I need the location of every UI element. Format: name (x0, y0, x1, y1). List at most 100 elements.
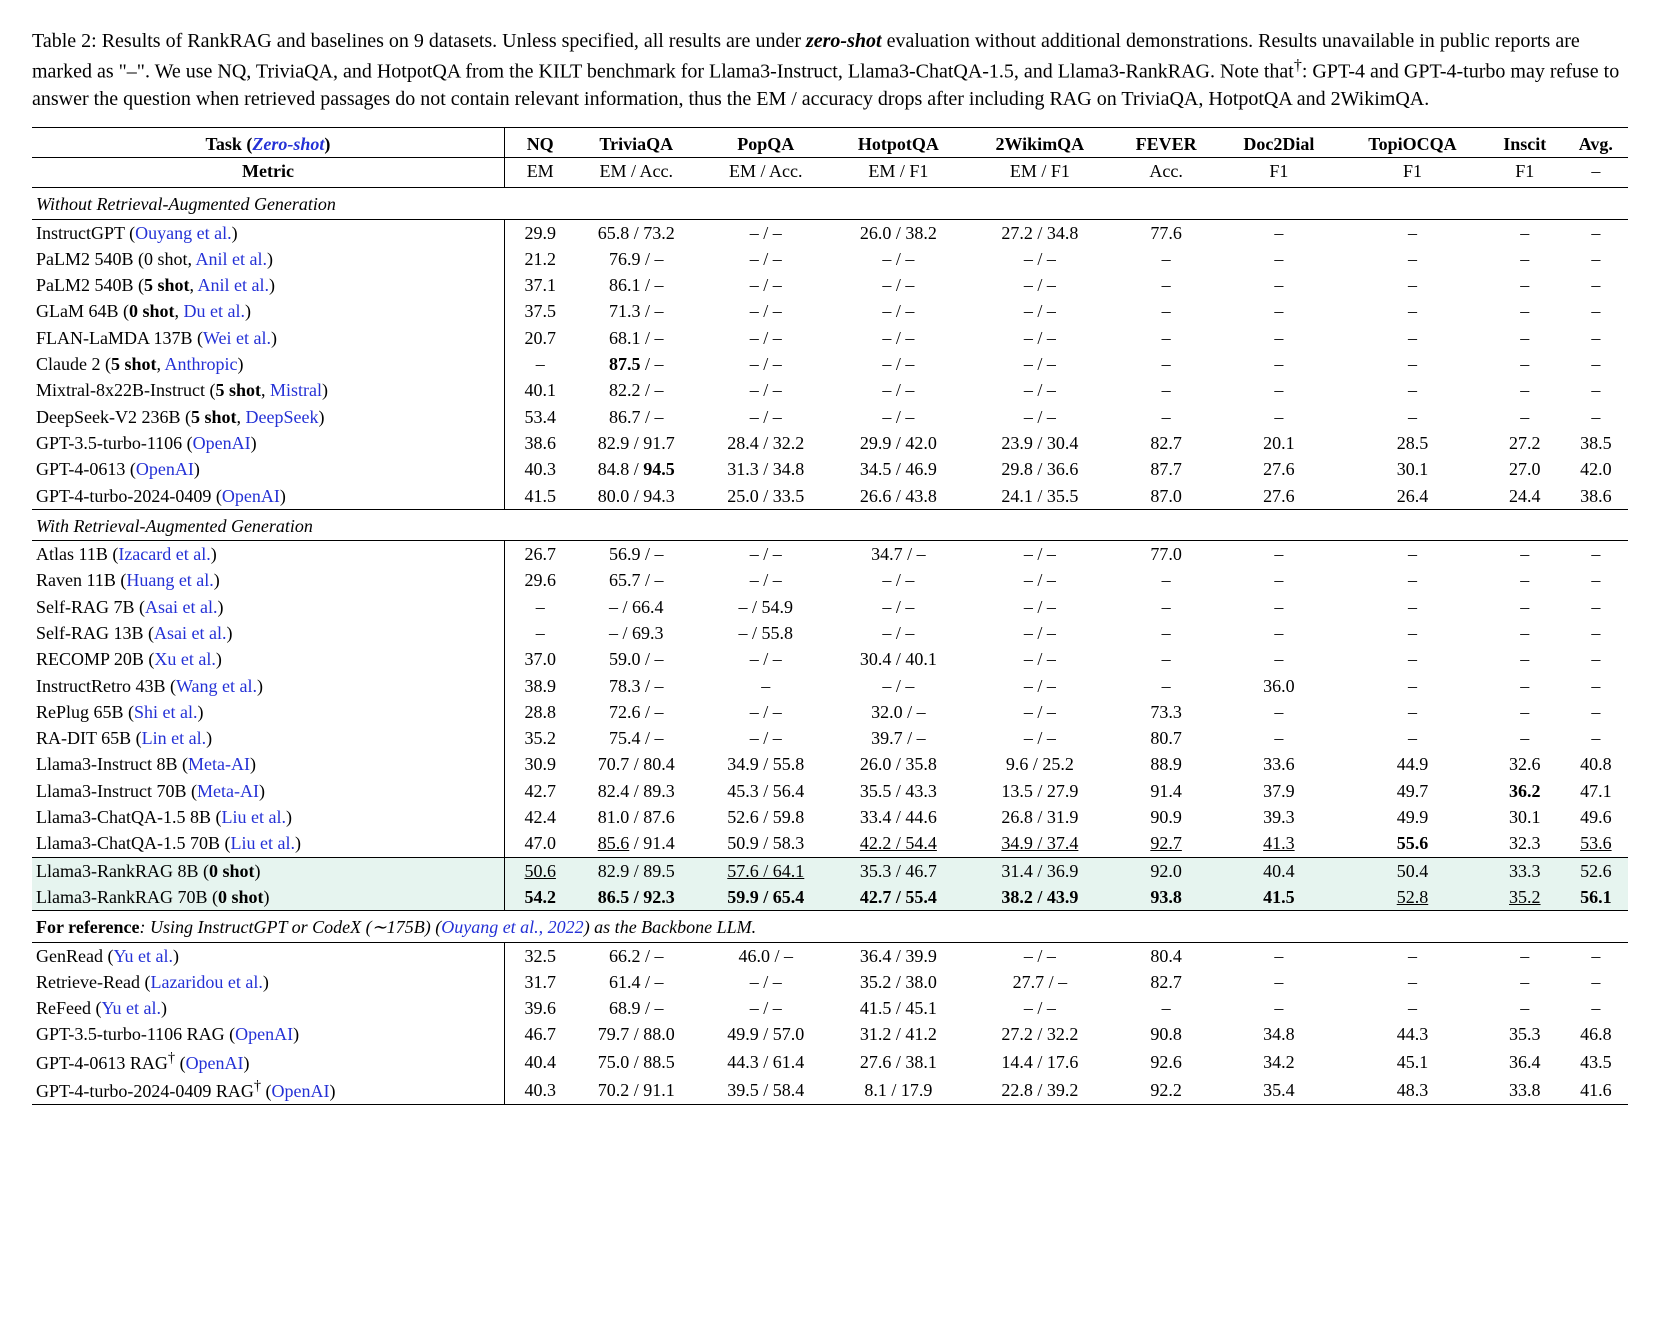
data-cell: 46.0 / – (701, 942, 831, 969)
data-cell: – (1339, 404, 1486, 430)
citation-link[interactable]: Huang et al. (126, 570, 213, 590)
data-cell: 44.3 / 61.4 (701, 1048, 831, 1076)
table-number: Table 2: (32, 30, 102, 52)
table-row: PaLM2 540B (0 shot, Anil et al.)21.276.9… (32, 246, 1628, 272)
data-cell: – (1486, 995, 1564, 1021)
data-cell: 86.1 / – (571, 272, 701, 298)
zero-shot-link[interactable]: Zero-shot (252, 134, 324, 154)
data-cell: – / – (966, 673, 1113, 699)
data-cell: – (504, 351, 571, 377)
citation-link[interactable]: Shi et al. (134, 702, 198, 722)
data-cell: 91.4 (1114, 778, 1219, 804)
data-cell: – (1114, 377, 1219, 403)
citation-link[interactable]: Wei et al. (203, 328, 271, 348)
citation-link[interactable]: OpenAI (193, 433, 251, 453)
data-cell: 41.6 (1564, 1076, 1628, 1105)
data-cell: 27.6 / 38.1 (831, 1048, 967, 1076)
citation-link[interactable]: Mistral (270, 380, 322, 400)
data-cell: 34.9 / 55.8 (701, 751, 831, 777)
data-cell: 52.6 (1564, 857, 1628, 884)
model-name: GPT-4-turbo-2024-0409 (OpenAI) (32, 483, 504, 510)
citation-link[interactable]: Du et al. (184, 301, 245, 321)
model-name: InstructGPT (Ouyang et al.) (32, 219, 504, 246)
citation-link[interactable]: OpenAI (222, 486, 280, 506)
data-cell: – (1564, 646, 1628, 672)
data-cell: 34.2 (1219, 1048, 1339, 1076)
model-name: InstructRetro 43B (Wang et al.) (32, 673, 504, 699)
citation-link[interactable]: Anil et al. (198, 275, 269, 295)
ref-cite[interactable]: Ouyang et al., 2022 (441, 917, 583, 937)
citation-link[interactable]: Asai et al. (145, 597, 217, 617)
citation-link[interactable]: Lazaridou et al. (150, 972, 262, 992)
data-cell: – (504, 594, 571, 620)
data-cell: 26.0 / 35.8 (831, 751, 967, 777)
data-cell: – (1339, 541, 1486, 568)
data-cell: 26.0 / 38.2 (831, 219, 967, 246)
data-cell: 29.9 (504, 219, 571, 246)
section-reference-body: GenRead (Yu et al.)32.566.2 / –46.0 / –3… (32, 942, 1628, 1105)
model-name: Mixtral-8x22B-Instruct (5 shot, Mistral) (32, 377, 504, 403)
data-cell: 35.5 / 43.3 (831, 778, 967, 804)
data-cell: 27.2 / 34.8 (966, 219, 1113, 246)
data-cell: – (1486, 646, 1564, 672)
citation-link[interactable]: Meta-AI (197, 781, 259, 801)
data-cell: 36.4 (1486, 1048, 1564, 1076)
data-cell: – (1486, 699, 1564, 725)
data-cell: 59.0 / – (571, 646, 701, 672)
data-cell: – (1564, 272, 1628, 298)
col-avg: Avg. (1564, 127, 1628, 157)
data-cell: 81.0 / 87.6 (571, 804, 701, 830)
data-cell: – / – (831, 404, 967, 430)
data-cell: – (1219, 969, 1339, 995)
citation-link[interactable]: Yu et al. (101, 998, 160, 1018)
citation-link[interactable]: Yu et al. (113, 946, 172, 966)
citation-link[interactable]: OpenAI (272, 1081, 330, 1101)
data-cell: 36.4 / 39.9 (831, 942, 967, 969)
data-cell: 80.4 (1114, 942, 1219, 969)
data-cell: – (1486, 246, 1564, 272)
citation-link[interactable]: Asai et al. (154, 623, 226, 643)
data-cell: – (1339, 219, 1486, 246)
citation-link[interactable]: Lin et al. (142, 728, 206, 748)
table-row: FLAN-LaMDA 137B (Wei et al.)20.768.1 / –… (32, 325, 1628, 351)
data-cell: – (1114, 673, 1219, 699)
data-cell: 37.1 (504, 272, 571, 298)
citation-link[interactable]: Liu et al. (230, 833, 294, 853)
table-row: PaLM2 540B (5 shot, Anil et al.)37.186.1… (32, 272, 1628, 298)
model-name: FLAN-LaMDA 137B (Wei et al.) (32, 325, 504, 351)
data-cell: 40.3 (504, 1076, 571, 1105)
header-row: Task (Zero-shot) NQ TriviaQA PopQA Hotpo… (32, 127, 1628, 157)
data-cell: – (1486, 351, 1564, 377)
citation-link[interactable]: OpenAI (235, 1024, 293, 1044)
data-cell: 39.6 (504, 995, 571, 1021)
data-cell: 41.5 (504, 483, 571, 510)
citation-link[interactable]: Izacard et al. (118, 544, 210, 564)
citation-link[interactable]: Anil et al. (196, 249, 267, 269)
metric-row: Metric EM EM / Acc. EM / Acc. EM / F1 EM… (32, 157, 1628, 187)
data-cell: – (504, 620, 571, 646)
data-cell: 38.2 / 43.9 (966, 884, 1113, 911)
data-cell: – (1486, 673, 1564, 699)
data-cell: 92.0 (1114, 857, 1219, 884)
data-cell: 31.3 / 34.8 (701, 456, 831, 482)
citation-link[interactable]: Wang et al. (176, 676, 257, 696)
data-cell: 49.7 (1339, 778, 1486, 804)
data-cell: – (1114, 325, 1219, 351)
section-rankrag-body: Llama3-RankRAG 8B (0 shot)50.682.9 / 89.… (32, 857, 1628, 911)
data-cell: – (1339, 646, 1486, 672)
citation-link[interactable]: DeepSeek (245, 407, 318, 427)
citation-link[interactable]: OpenAI (186, 1053, 244, 1073)
model-name: GLaM 64B (0 shot, Du et al.) (32, 298, 504, 324)
citation-link[interactable]: Xu et al. (154, 649, 215, 669)
table-row: Llama3-RankRAG 8B (0 shot)50.682.9 / 89.… (32, 857, 1628, 884)
citation-link[interactable]: Meta-AI (188, 754, 250, 774)
citation-link[interactable]: Ouyang et al. (135, 223, 231, 243)
citation-link[interactable]: Liu et al. (221, 807, 285, 827)
data-cell: 38.6 (1564, 483, 1628, 510)
section-with-rag-body: Atlas 11B (Izacard et al.)26.756.9 / –– … (32, 541, 1628, 858)
data-cell: – / – (701, 272, 831, 298)
citation-link[interactable]: Anthropic (165, 354, 238, 374)
data-cell: 35.3 (1486, 1021, 1564, 1047)
citation-link[interactable]: OpenAI (136, 459, 194, 479)
data-cell: – / – (966, 995, 1113, 1021)
